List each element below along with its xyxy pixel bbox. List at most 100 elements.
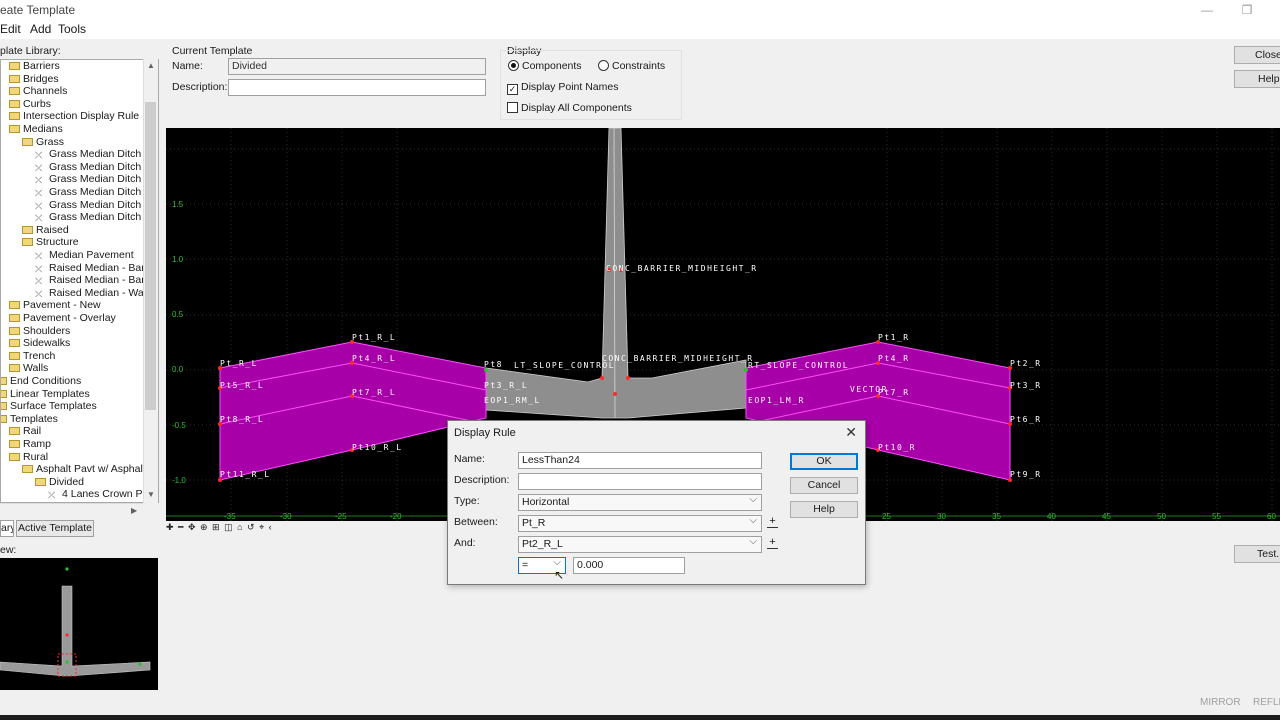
tree-item[interactable]: ⤫ Grass Median Ditch Ty	[35, 161, 155, 174]
tree-item[interactable]: Divided	[35, 476, 84, 489]
template-name-field[interactable]: Divided	[228, 58, 486, 75]
tree-item[interactable]: Asphalt Pavt w/ Asphalt Sl	[22, 463, 158, 476]
value-field[interactable]: 0.000	[573, 557, 685, 574]
tab-library[interactable]: ary	[0, 520, 14, 537]
preview-drawing	[0, 567, 151, 677]
between-value: Pt_R	[522, 517, 546, 529]
tree-item[interactable]: Rail	[9, 425, 41, 438]
tree-item-label: Ramp	[23, 438, 52, 450]
type-select[interactable]: Horizontal	[518, 493, 762, 511]
tree-item-label: Channels	[23, 85, 68, 98]
tree-item[interactable]: Channels	[9, 85, 67, 98]
pick-point-icon[interactable]: +	[767, 516, 778, 528]
radio-selected-icon[interactable]	[508, 60, 519, 71]
tree-item[interactable]: ⤫ Raised Median - Barrie	[35, 274, 156, 287]
menu-add[interactable]: Add	[30, 22, 51, 36]
constraints-option[interactable]: Constraints	[598, 60, 665, 72]
tree-item-label: Raised	[36, 223, 69, 236]
display-point-names-label: Display Point Names	[521, 81, 619, 93]
restore-button[interactable]: ❐	[1230, 0, 1264, 21]
template-library-label: plate Library:	[0, 45, 61, 57]
library-scroll-thumb[interactable]	[145, 102, 156, 410]
tree-item[interactable]: Pavement - Overlay	[9, 312, 116, 325]
folder-icon	[9, 99, 20, 108]
mirror-label[interactable]: MIRROR	[1200, 697, 1241, 708]
tree-item[interactable]: Surface Templates	[1, 400, 97, 413]
tree-item[interactable]: Rural	[9, 451, 48, 464]
rule-description-field[interactable]	[518, 473, 762, 490]
reflect-label[interactable]: REFLE	[1253, 697, 1280, 708]
tree-item[interactable]: Walls	[9, 362, 48, 375]
tree-item-label: Rural	[23, 450, 49, 463]
menu-edit[interactable]: Edit	[0, 22, 21, 36]
test-button[interactable]: Test...	[1234, 545, 1280, 563]
x-tick-label: 40	[1047, 512, 1056, 521]
tree-item[interactable]: Bridges	[9, 73, 59, 86]
tree-item[interactable]: Grass	[22, 136, 64, 149]
tree-item[interactable]: ⤫ Raised Median - Wall	[35, 287, 148, 300]
x-tick-label: 60	[1267, 512, 1276, 521]
tree-item[interactable]: Linear Templates	[1, 388, 90, 401]
point-label: Pt_R_L	[220, 359, 258, 368]
tab-active-template[interactable]: Active Template	[16, 520, 94, 537]
tree-item[interactable]: End Conditions	[1, 375, 81, 388]
tree-item[interactable]: ⤫ 4 Lanes Crown PGL	[48, 488, 157, 501]
canvas-toolbar[interactable]: ✚ ━ ✥ ⊕ ⊞ ◫ ⌂ ↺ ⌖ ‹	[166, 522, 273, 534]
components-radio-label: Components	[522, 60, 582, 72]
point-label: Pt1_R_L	[352, 333, 397, 342]
and-select[interactable]: Pt2_R_L	[518, 535, 762, 553]
components-option[interactable]: Components	[508, 60, 582, 72]
menu-tools[interactable]: Tools	[58, 22, 86, 36]
point-label: Pt3_R_L	[484, 381, 529, 390]
between-label: Between:	[454, 516, 498, 528]
checkbox-unchecked-icon[interactable]	[507, 102, 518, 113]
pick-point-icon[interactable]: +	[767, 537, 778, 549]
close-button[interactable]: Close	[1234, 46, 1280, 64]
tree-item[interactable]: ⤫ Raised Median - Barrie	[35, 262, 156, 275]
library-horizontal-scrollbar[interactable]: ▶	[0, 503, 143, 518]
tree-item[interactable]: Ramp	[9, 438, 51, 451]
tree-item[interactable]: ⤫ Grass Median Ditch Ty	[35, 173, 155, 186]
tree-item[interactable]: ⤫ Grass Median Ditch	[35, 211, 141, 224]
tree-item[interactable]: Intersection Display Rule	[9, 110, 139, 123]
tree-item[interactable]: Shoulders	[9, 325, 70, 338]
help-button[interactable]: Help	[1234, 70, 1280, 88]
tree-item[interactable]: ⤫ Median Pavement	[35, 249, 134, 262]
template-icon: ⤫	[35, 175, 43, 186]
tree-item[interactable]: Sidewalks	[9, 337, 70, 350]
tree-item[interactable]: Medians	[9, 123, 63, 136]
y-tick-label: -1.0	[172, 476, 186, 485]
minimize-button[interactable]: —	[1190, 0, 1224, 21]
radio-unselected-icon[interactable]	[598, 60, 609, 71]
scroll-right-icon[interactable]: ▶	[131, 506, 137, 515]
display-all-components-option[interactable]: Display All Components	[507, 102, 632, 114]
tree-item[interactable]: ⤫ Grass Median Ditch Ty	[35, 186, 155, 199]
tree-item[interactable]: Barriers	[9, 60, 60, 73]
template-library-tree[interactable]: Barriers Bridges Channels Curbs Intersection…	[0, 59, 159, 503]
folder-icon	[9, 427, 20, 436]
tree-item[interactable]: Curbs	[9, 98, 51, 111]
template-description-field[interactable]	[228, 79, 486, 96]
checkbox-checked-icon[interactable]: ✓	[507, 84, 518, 95]
display-point-names-option[interactable]: ✓ Display Point Names	[507, 81, 618, 95]
tree-item[interactable]: Templates	[1, 413, 58, 426]
current-template-label: Current Template	[172, 45, 253, 57]
cancel-button[interactable]: Cancel	[790, 477, 858, 494]
dialog-help-button[interactable]: Help	[790, 501, 858, 518]
scroll-up-icon[interactable]: ▲	[147, 61, 155, 70]
between-select[interactable]: Pt_R	[518, 514, 762, 532]
tree-item[interactable]: ⤫ Grass Median Ditch Cc	[35, 148, 157, 161]
dialog-title: Display Rule	[454, 427, 516, 439]
tree-item[interactable]: Raised	[22, 224, 69, 237]
tree-item[interactable]: Trench	[9, 350, 55, 363]
rule-description-label: Description:	[454, 474, 510, 486]
template-icon: ⤫	[35, 200, 43, 211]
scroll-down-icon[interactable]: ▼	[147, 490, 155, 499]
tree-item[interactable]: ⤫ Grass Median Ditch Ty	[35, 199, 155, 212]
ok-button[interactable]: OK	[790, 453, 858, 470]
tree-item[interactable]: Pavement - New	[9, 299, 101, 312]
tree-item[interactable]: Structure	[22, 236, 79, 249]
rule-name-label: Name:	[454, 453, 485, 465]
rule-name-field[interactable]: LessThan24	[518, 452, 762, 469]
close-icon[interactable]: ✕	[845, 424, 857, 441]
